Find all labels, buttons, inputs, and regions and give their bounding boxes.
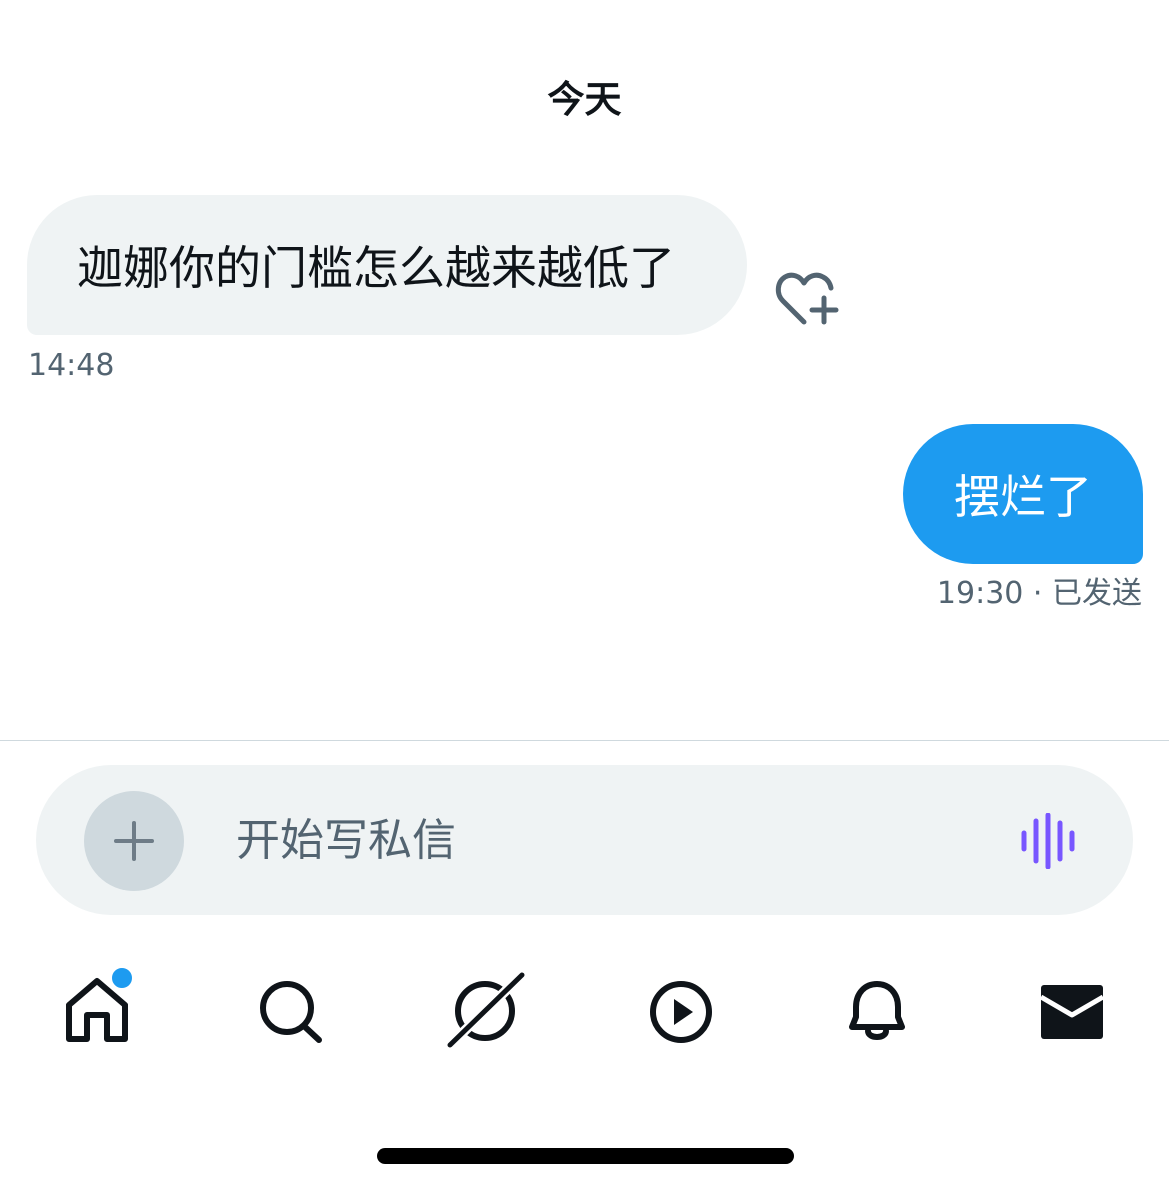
incoming-message-text: 迦娜你的门槛怎么越来越低了 xyxy=(77,241,675,295)
voice-message-button[interactable] xyxy=(1020,812,1078,870)
tab-messages[interactable] xyxy=(1035,965,1115,1055)
outgoing-message-time: 19:30 xyxy=(936,576,1024,611)
waveform-icon xyxy=(1021,812,1075,870)
date-divider: 今天 xyxy=(547,78,622,121)
grok-icon xyxy=(446,971,525,1049)
outgoing-message-meta: 19:30 · 已发送 xyxy=(937,574,1142,614)
add-media-button[interactable] xyxy=(84,791,184,891)
home-indicator[interactable] xyxy=(377,1148,794,1164)
mail-icon xyxy=(1039,985,1105,1039)
outgoing-message-text: 摆烂了 xyxy=(954,470,1092,524)
plus-icon xyxy=(114,821,154,861)
tab-search[interactable] xyxy=(255,965,335,1055)
bottom-tab-bar xyxy=(0,965,1169,1065)
message-composer xyxy=(36,765,1133,915)
outgoing-message-status: · 已发送 xyxy=(1032,576,1142,611)
composer-divider xyxy=(0,740,1169,741)
tab-grok[interactable] xyxy=(445,965,525,1055)
tab-video[interactable] xyxy=(645,965,725,1055)
home-notification-dot xyxy=(110,966,134,990)
outgoing-message-bubble[interactable]: 摆烂了 xyxy=(903,424,1143,564)
incoming-message-time: 14:48 xyxy=(28,348,115,383)
add-reaction-button[interactable] xyxy=(774,268,842,332)
search-icon xyxy=(260,981,322,1043)
tab-notifications[interactable] xyxy=(840,965,920,1055)
bell-icon xyxy=(849,981,905,1040)
play-icon xyxy=(650,981,712,1043)
incoming-message-bubble[interactable]: 迦娜你的门槛怎么越来越低了 xyxy=(27,195,747,335)
message-input[interactable] xyxy=(236,805,976,875)
heart-plus-icon xyxy=(775,272,839,325)
